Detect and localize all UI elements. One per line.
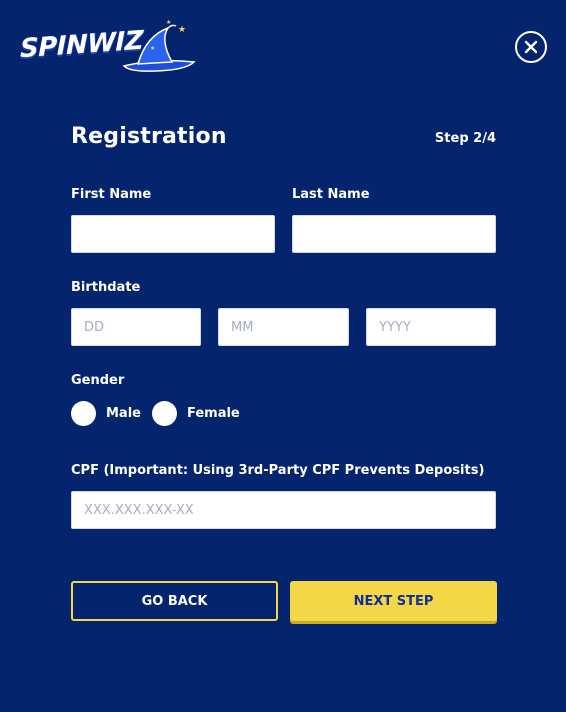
birthdate-month-field[interactable] <box>218 308 349 346</box>
close-button[interactable] <box>515 31 547 63</box>
gender-label: Gender <box>71 373 125 388</box>
close-icon <box>524 40 538 54</box>
first-name-label: First Name <box>71 187 152 202</box>
gender-female-radio[interactable] <box>151 401 177 426</box>
spinwiz-logo[interactable]: SPINWIZ ★ ★ ★ <box>20 18 196 74</box>
svg-text:★: ★ <box>178 25 186 35</box>
gender-male-radio[interactable] <box>71 401 96 426</box>
last-name-field[interactable] <box>292 215 496 253</box>
step-indicator: Step 2/4 <box>434 131 496 146</box>
birthdate-year-field[interactable] <box>366 308 496 346</box>
next-step-button[interactable]: NEXT STEP <box>290 581 497 621</box>
svg-text:★: ★ <box>166 19 171 26</box>
svg-text:★: ★ <box>150 45 155 52</box>
page-title: Registration <box>71 124 227 149</box>
last-name-label: Last Name <box>292 187 370 202</box>
go-back-button[interactable]: GO BACK <box>71 581 278 621</box>
wizard-hat-icon: ★ ★ ★ <box>122 19 196 72</box>
gender-male-label[interactable]: Male <box>106 406 141 421</box>
cpf-field[interactable] <box>71 491 496 529</box>
first-name-field[interactable] <box>71 215 275 253</box>
gender-female-label[interactable]: Female <box>187 406 240 421</box>
birthdate-label: Birthdate <box>71 280 141 295</box>
cpf-label: CPF (Important: Using 3rd-Party CPF Prev… <box>71 463 485 478</box>
gender-radio-group: Male Female <box>71 401 251 426</box>
birthdate-day-field[interactable] <box>71 308 201 346</box>
